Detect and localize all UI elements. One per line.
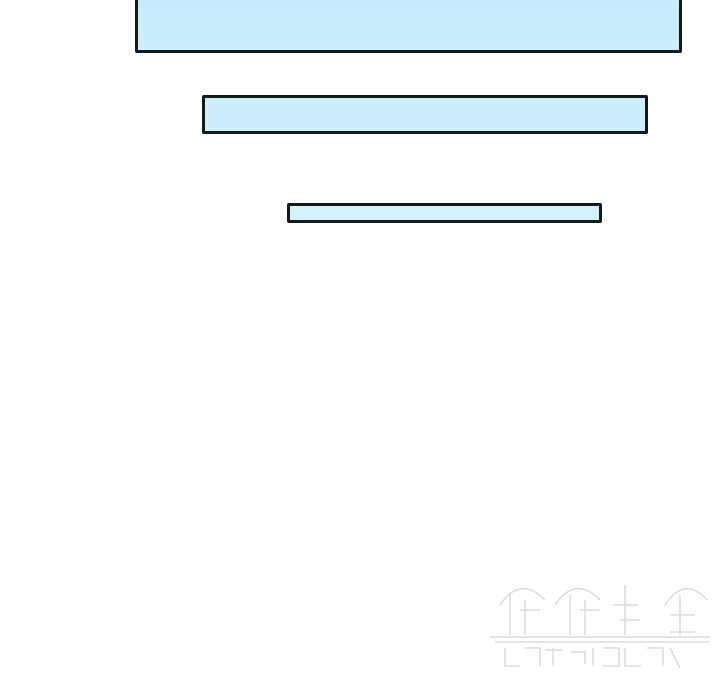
caption-box-middle — [202, 95, 648, 134]
caption-box-bottom — [287, 203, 602, 223]
caption-box-top — [135, 0, 682, 53]
watermark-logo-icon — [490, 585, 710, 669]
